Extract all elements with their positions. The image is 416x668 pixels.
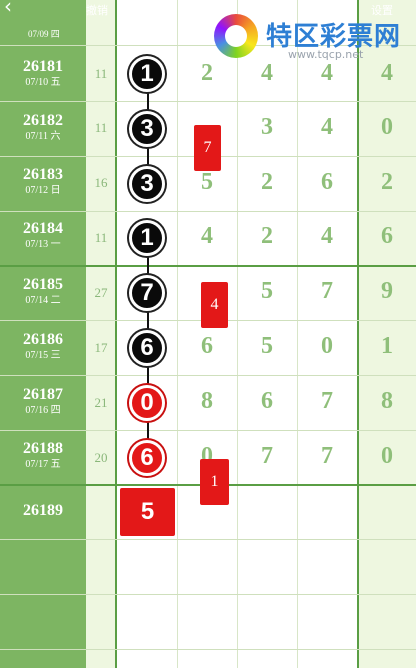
marker-box[interactable]: 7 (194, 125, 221, 171)
issue-cell: 26182 07/11 六 (0, 112, 86, 143)
issue-date: 07/13 一 (25, 239, 61, 250)
issue-number: 26185 (23, 276, 63, 293)
sum-value: 20 (94, 450, 108, 465)
grid-line (0, 594, 416, 595)
sum-value: 27 (94, 285, 108, 300)
grid-line (0, 649, 416, 650)
trend-value: 6 (261, 388, 273, 414)
issue-cell: 26185 07/14 二 (0, 276, 86, 307)
issue-date: 07/14 二 (25, 295, 61, 306)
result-ball: 3 (129, 111, 165, 147)
result-ball: 6 (129, 330, 165, 366)
issue-date: 07/10 五 (25, 77, 61, 88)
issue-number: 26187 (23, 386, 63, 403)
trend-value: 7 (321, 443, 333, 469)
trend-value: 4 (321, 60, 333, 86)
trend-value: 9 (381, 278, 393, 304)
result-ball: 7 (129, 275, 165, 311)
trend-value: 5 (261, 333, 273, 359)
site-watermark: 特区彩票网 www.tqcp.net (210, 10, 416, 64)
trend-value: 0 (321, 333, 333, 359)
sum-value: 11 (94, 120, 108, 135)
trend-value: 4 (381, 60, 393, 86)
result-ball: 1 (129, 56, 165, 92)
trend-value: 8 (381, 388, 393, 414)
issue-number: 26182 (23, 112, 63, 129)
grid-line (0, 375, 416, 376)
trend-value: 0 (381, 114, 393, 140)
trend-value: 6 (201, 333, 213, 359)
issue-cell: 26183 07/12 日 (0, 166, 86, 197)
trend-value: 7 (321, 388, 333, 414)
trend-value: 3 (261, 114, 273, 140)
grid-line (0, 211, 416, 212)
grid-line (0, 430, 416, 431)
issue-date: 07/16 四 (25, 405, 61, 416)
result-ball: 0 (129, 385, 165, 421)
result-ball: 6 (129, 440, 165, 476)
issue-number: 26188 (23, 440, 63, 457)
issue-date: 07/17 五 (25, 459, 61, 470)
trend-value: 5 (201, 169, 213, 195)
trend-value: 7 (261, 443, 273, 469)
marker-box[interactable]: 4 (201, 282, 228, 328)
trend-value: 6 (321, 169, 333, 195)
grid-line (0, 539, 416, 540)
trend-value: 7 (321, 278, 333, 304)
issue-cell: 26186 07/15 三 (0, 331, 86, 362)
trend-value: 4 (201, 223, 213, 249)
redo-button[interactable]: 恢复 (141, 2, 163, 18)
trend-value: 4 (321, 223, 333, 249)
issue-number: 26184 (23, 220, 63, 237)
trend-value: 6 (381, 223, 393, 249)
issue-cell: 26188 07/17 五 (0, 440, 86, 471)
sum-value: 17 (94, 340, 108, 355)
sum-value: 11 (94, 230, 108, 245)
grid-line (0, 265, 416, 267)
trend-value: 2 (261, 169, 273, 195)
pick-box[interactable]: 5 (120, 488, 175, 536)
grid-line (0, 101, 416, 102)
issue-date: 07/11 六 (25, 131, 61, 142)
trend-value: 2 (381, 169, 393, 195)
trend-value: 2 (201, 60, 213, 86)
trend-value: 4 (261, 60, 273, 86)
issue-cell: 26181 07/10 五 (0, 58, 86, 89)
trend-value: 8 (201, 388, 213, 414)
logo-icon (214, 14, 258, 58)
trend-value: 2 (261, 223, 273, 249)
sum-value: 21 (94, 395, 108, 410)
trend-value: 0 (381, 443, 393, 469)
issue-date: 07/12 日 (25, 185, 61, 196)
issue-number: 26186 (23, 331, 63, 348)
issue-cell: 26187 07/16 四 (0, 386, 86, 417)
result-ball: 3 (129, 166, 165, 202)
sum-value: 11 (94, 66, 108, 81)
issue-cell: 26184 07/13 一 (0, 220, 86, 251)
issue-number: 26189 (23, 502, 63, 519)
trend-value: 4 (321, 114, 333, 140)
issue-number: 26181 (23, 58, 63, 75)
sum-value: 16 (94, 175, 108, 190)
prev-row-date: 07/09 四 (28, 29, 60, 39)
marker-box[interactable]: 1 (200, 459, 229, 505)
pending-issue-cell: 26189 (0, 502, 86, 520)
undo-button[interactable]: 撤销 (86, 2, 108, 18)
trend-value: 1 (381, 333, 393, 359)
trend-value: 5 (261, 278, 273, 304)
issue-date: 07/15 三 (25, 350, 61, 361)
result-ball: 1 (129, 220, 165, 256)
issue-number: 26183 (23, 166, 63, 183)
back-icon[interactable]: ‹ (4, 0, 12, 18)
